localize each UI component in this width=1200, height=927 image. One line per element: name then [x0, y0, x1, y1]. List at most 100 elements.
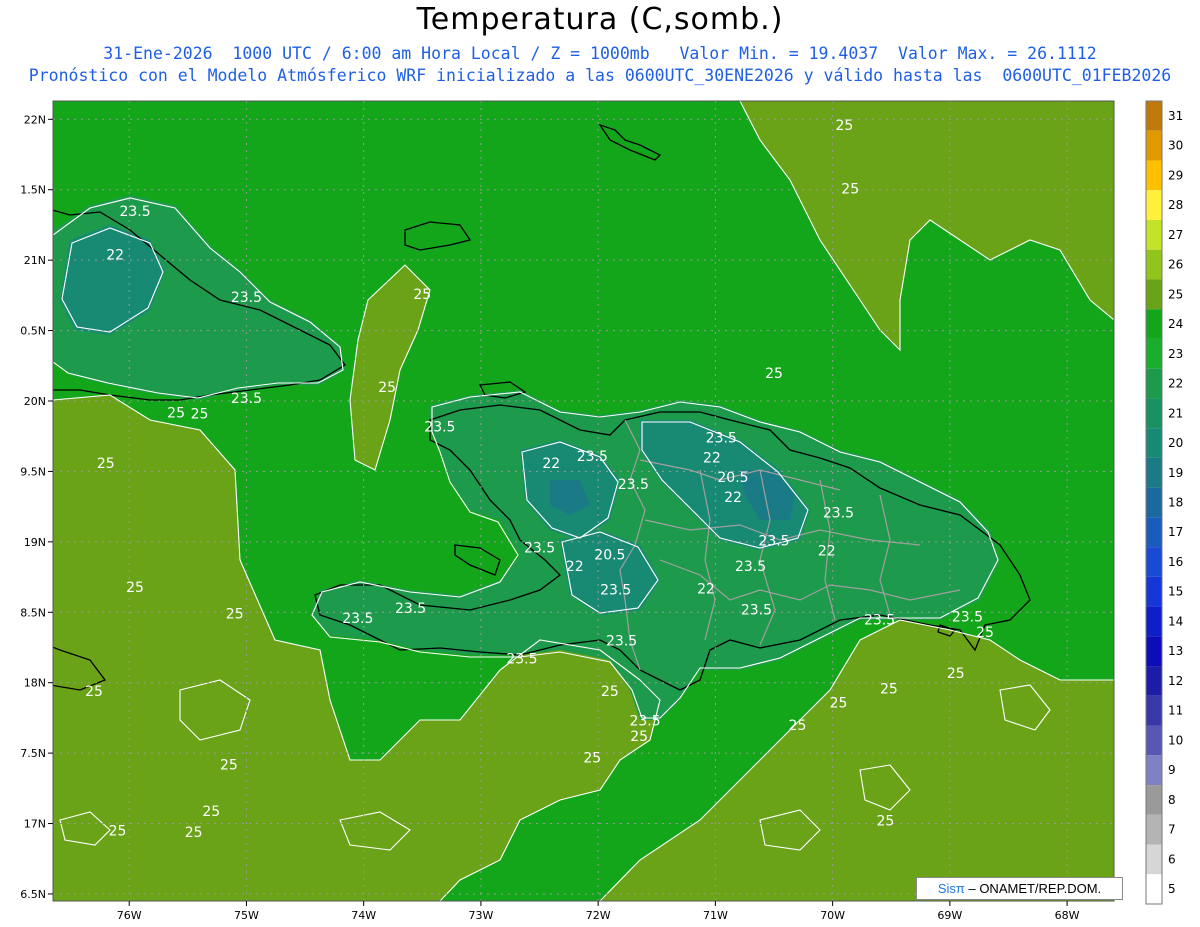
contour-label: 25	[841, 181, 859, 197]
contour-label: 20.5	[594, 548, 625, 564]
colorbar: 31 30 29 28 27 26 25 24 23 22 21 20 19 18 17 16 15 14 13 12…	[1145, 100, 1183, 905]
colorbar-label: 14	[1168, 614, 1183, 628]
contour-label: 25	[947, 666, 965, 682]
contour-label: 23.5	[231, 290, 262, 306]
colorbar-label: 21	[1168, 406, 1183, 420]
colorbar-label: 6	[1168, 852, 1176, 866]
contour-label: 25	[85, 684, 103, 700]
colorbar-label: 9	[1168, 763, 1176, 777]
contour-label: 25	[630, 729, 648, 745]
colorbar-swatch	[1146, 695, 1162, 726]
lat-tick-label: 21N	[24, 254, 46, 267]
lon-tick-label: 73W	[468, 909, 493, 922]
colorbar-label: 23	[1168, 347, 1183, 361]
contour-label: 25	[109, 824, 127, 840]
credit-brand: Sisπ	[937, 881, 965, 896]
colorbar-label: 30	[1168, 139, 1183, 153]
lon-tick-label: 68W	[1055, 909, 1080, 922]
colorbar-label: 11	[1168, 704, 1183, 718]
contour-label: 25	[583, 750, 601, 766]
colorbar-label: 8	[1168, 793, 1176, 807]
lon-tick-label: 69W	[937, 909, 962, 922]
contour-label: 23.5	[600, 583, 631, 599]
contour-label: 25	[167, 405, 185, 421]
lat-tick-label: 1.5N	[20, 184, 46, 197]
temperature-map: 252525252523.52223.523.525 252523.522 23.5…	[20, 100, 1183, 922]
credit-text: – ONAMET/REP.DOM.	[964, 881, 1102, 896]
contour-label: 22	[566, 559, 584, 575]
colorbar-swatch	[1146, 219, 1162, 250]
lat-tick-label: 9.5N	[20, 465, 46, 478]
contour-label: 25	[202, 804, 220, 820]
colorbar-swatch	[1146, 160, 1162, 191]
colorbar-label: 18	[1168, 496, 1183, 510]
credit-box: Sisπ – ONAMET/REP.DOM.	[916, 877, 1123, 900]
colorbar-label: 22	[1168, 377, 1183, 391]
colorbar-swatch	[1146, 576, 1162, 607]
contour-label: 25	[413, 287, 431, 303]
contour-label: 22	[703, 450, 721, 466]
contour-label: 23.5	[506, 652, 537, 668]
lat-tick-label: 18N	[24, 677, 46, 690]
colorbar-swatch	[1146, 814, 1162, 845]
contour-label: 23.5	[395, 601, 426, 617]
colorbar-swatch	[1146, 755, 1162, 786]
contour-label: 22	[106, 248, 124, 264]
contour-label: 25	[191, 407, 209, 423]
colorbar-swatch	[1146, 368, 1162, 399]
colorbar-swatch	[1146, 249, 1162, 280]
contour-label: 22	[724, 490, 742, 506]
contour-label: 23.5	[741, 602, 772, 618]
colorbar-swatch	[1146, 517, 1162, 548]
contour-label: 23.5	[577, 449, 608, 465]
colorbar-label: 27	[1168, 228, 1183, 242]
colorbar-label: 13	[1168, 644, 1183, 658]
colorbar-label: 12	[1168, 674, 1183, 688]
colorbar-swatch	[1146, 398, 1162, 429]
lat-tick-label: 6.5N	[20, 888, 46, 901]
colorbar-label: 26	[1168, 258, 1183, 272]
contour-label: 23.5	[231, 391, 262, 407]
contour-label: 25	[601, 684, 619, 700]
map-title: Temperatura (C,somb.)	[416, 2, 784, 37]
lat-tick-label: 0.5N	[20, 325, 46, 338]
colorbar-swatch	[1146, 190, 1162, 220]
contour-label: 25	[830, 695, 848, 711]
contour-label: 23.5	[758, 533, 789, 549]
contour-label: 23.5	[119, 204, 150, 220]
contour-label: 23.5	[952, 609, 983, 625]
colorbar-swatch	[1146, 785, 1162, 815]
contour-label: 25	[880, 681, 898, 697]
colorbar-swatch	[1146, 636, 1162, 667]
lon-tick-label: 72W	[586, 909, 611, 922]
contour-label: 25	[876, 814, 894, 830]
lon-tick-label: 70W	[820, 909, 845, 922]
colorbar-swatch	[1146, 457, 1162, 488]
lat-tick-label: 7.5N	[20, 747, 46, 760]
colorbar-label: 28	[1168, 198, 1183, 212]
colorbar-label: 29	[1168, 168, 1183, 182]
contour-label: 22	[542, 456, 560, 472]
colorbar-label: 10	[1168, 733, 1183, 747]
lat-tick-label: 22N	[24, 113, 46, 126]
colorbar-label: 15	[1168, 585, 1183, 599]
lat-tick-label: 20N	[24, 395, 46, 408]
colorbar-swatch	[1146, 487, 1162, 518]
lon-tick-label: 74W	[351, 909, 376, 922]
colorbar-label: 31	[1168, 109, 1183, 123]
colorbar-label: 19	[1168, 466, 1183, 480]
colorbar-swatch	[1146, 101, 1162, 131]
colorbar-swatch	[1146, 309, 1162, 339]
contour-label: 23.5	[342, 611, 373, 627]
colorbar-swatch	[1146, 130, 1162, 161]
colorbar-swatch	[1146, 725, 1162, 756]
colorbar-swatch	[1146, 428, 1162, 458]
contour-label: 25	[378, 380, 396, 396]
contour-label: 23.5	[629, 714, 660, 730]
colorbar-label: 24	[1168, 317, 1183, 331]
contour-label: 23.5	[864, 612, 895, 628]
contour-label: 22	[818, 543, 836, 559]
lon-tick-label: 75W	[234, 909, 259, 922]
contour-label: 25	[220, 757, 238, 773]
colorbar-swatch	[1146, 874, 1162, 904]
